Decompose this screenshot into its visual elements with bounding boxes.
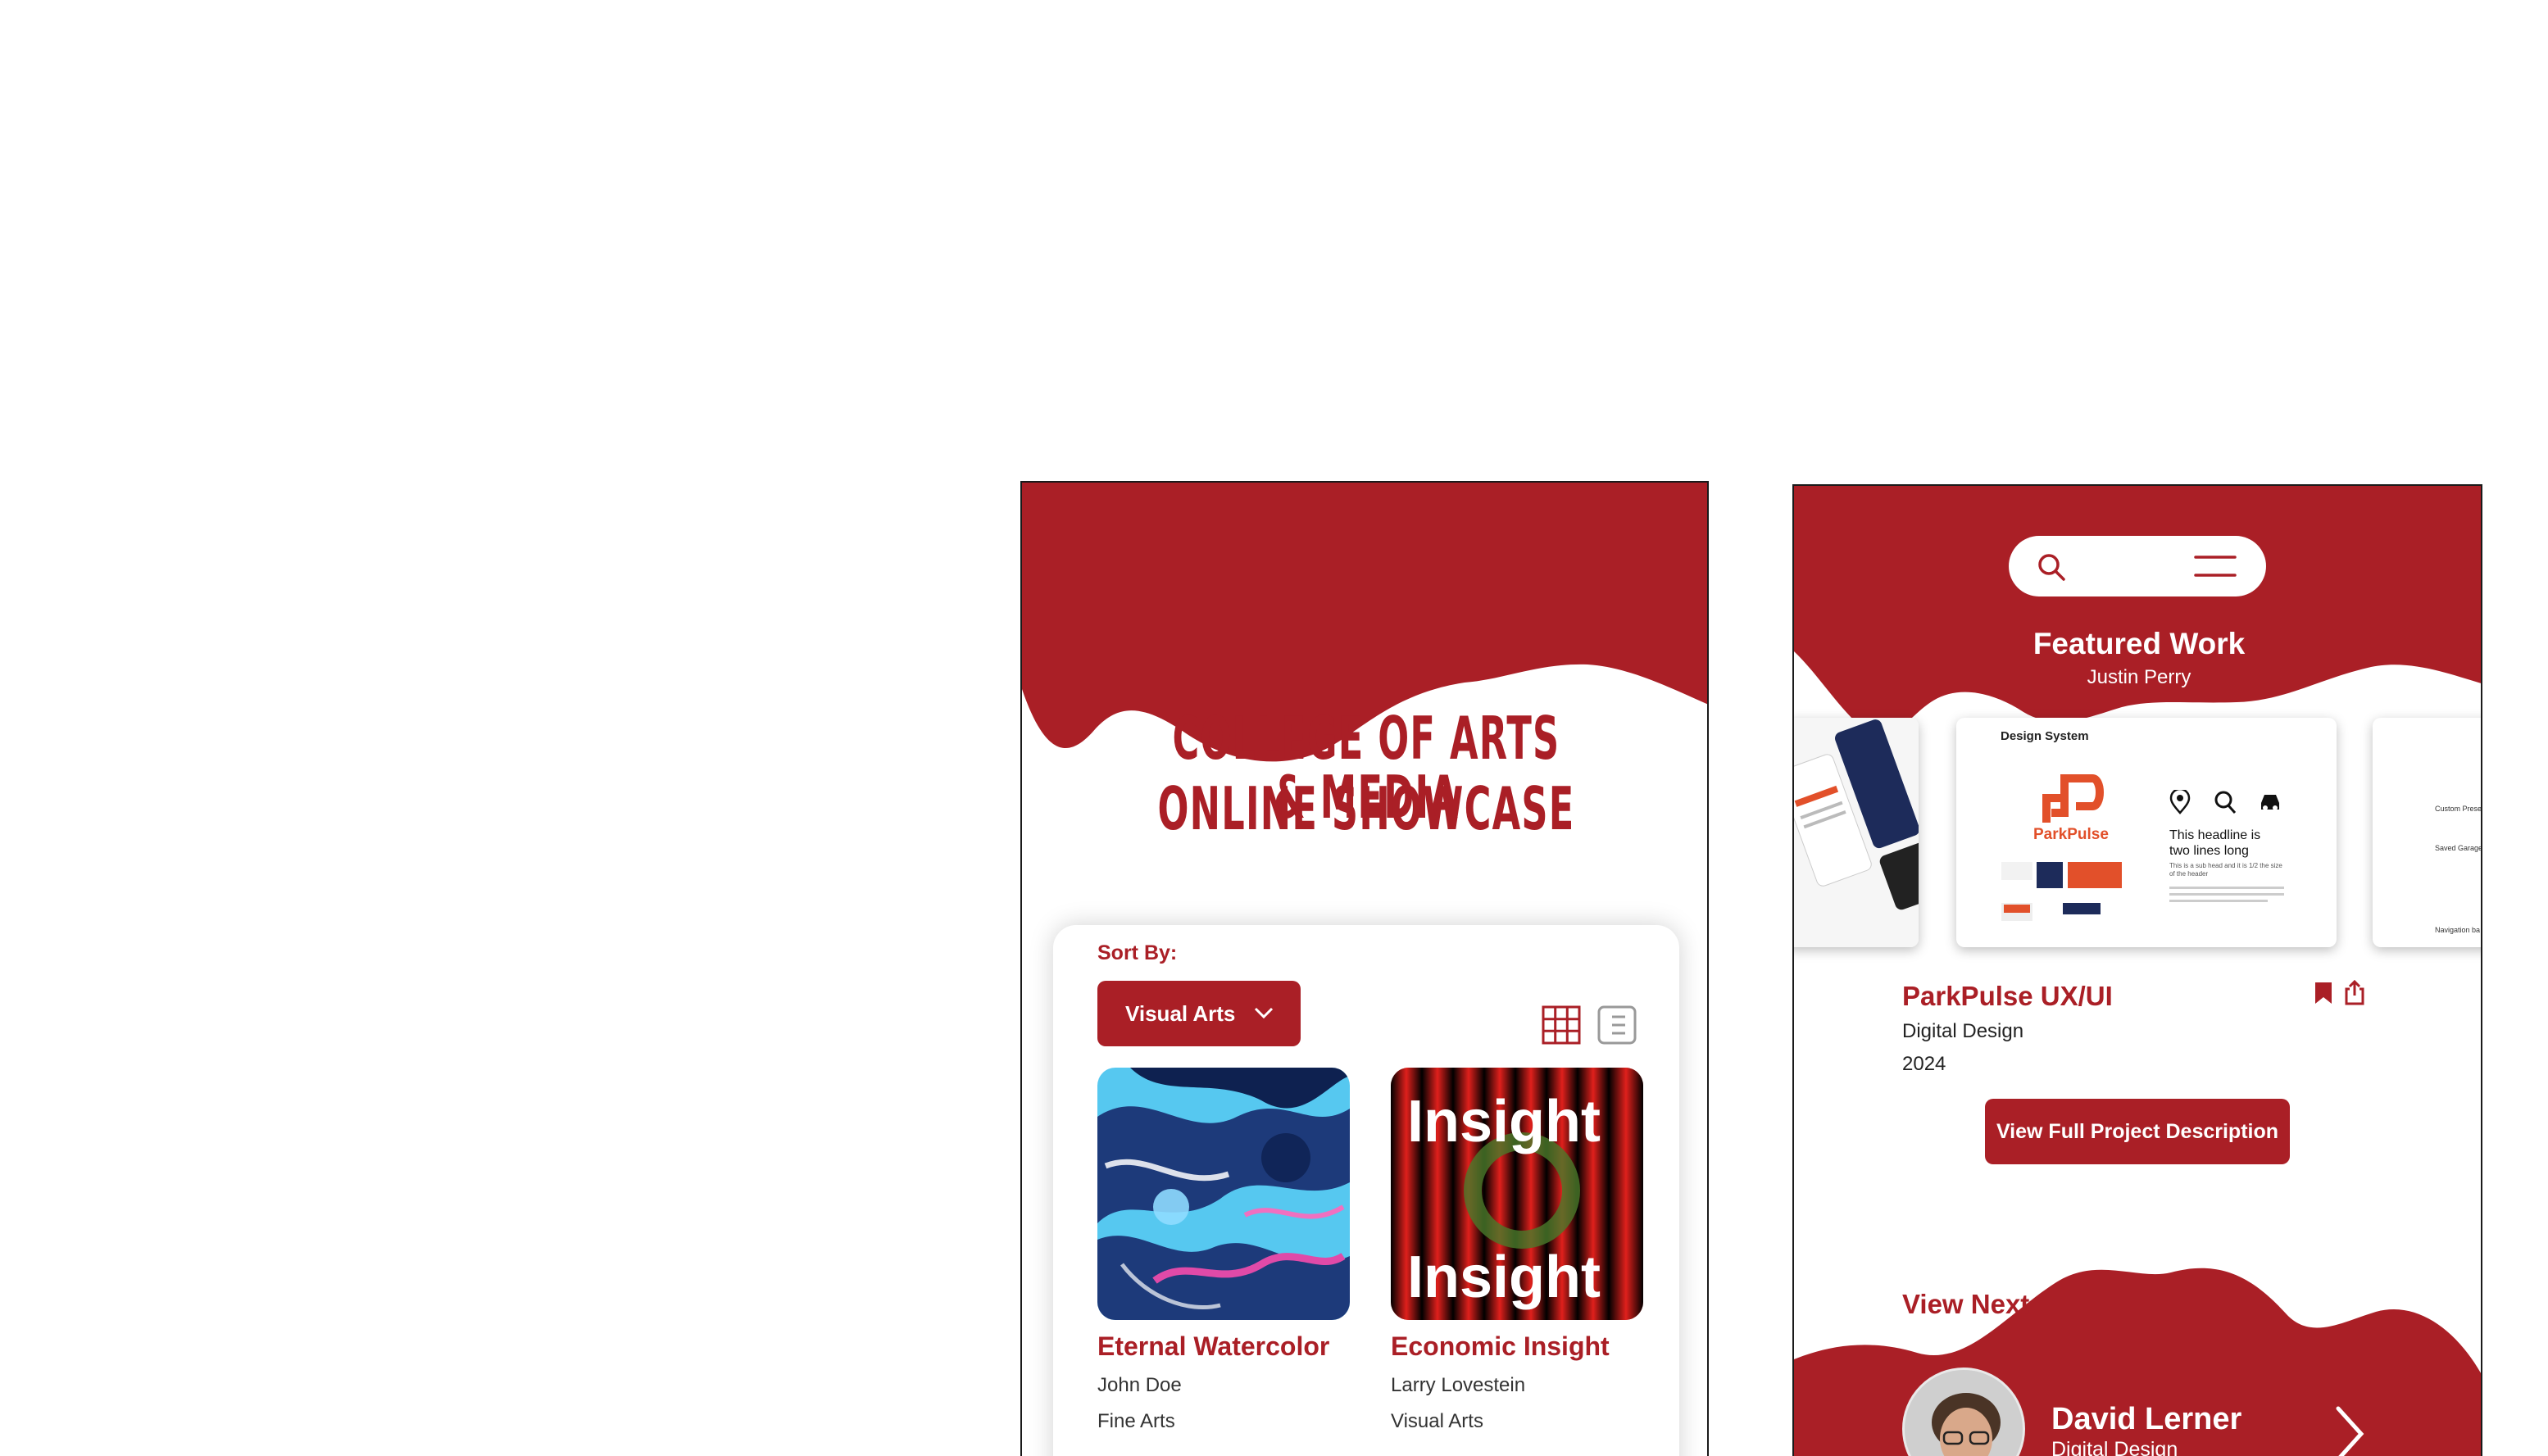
sort-dropdown[interactable]: Visual Arts — [1097, 981, 1301, 1046]
next-designer-category: Digital Design — [2051, 1438, 2178, 1456]
parkpulse-logo-icon — [2042, 774, 2104, 823]
watercolor-image — [1097, 1068, 1350, 1320]
artwork-artist: Larry Lovestein — [1391, 1374, 1526, 1396]
swatch — [2001, 862, 2032, 880]
slide-heading: Design System — [2001, 729, 2089, 743]
sample-button — [2004, 905, 2030, 913]
featured-work-title: Featured Work — [2032, 627, 2246, 660]
slide-label: Custom Prese — [2435, 805, 2482, 813]
slide-preview-image — [1794, 718, 1919, 947]
search-icon[interactable] — [2037, 552, 2066, 582]
swatch — [2037, 862, 2063, 888]
view-next-label: View Next — [1902, 1289, 2030, 1319]
artwork-category: Fine Arts — [1097, 1410, 1175, 1432]
artwork-title[interactable]: Economic Insight — [1391, 1331, 1610, 1362]
grid-view-icon[interactable] — [1542, 1005, 1581, 1045]
artwork-thumbnail-insight[interactable]: Insight Insight — [1391, 1068, 1643, 1320]
list-view-icon[interactable] — [1597, 1005, 1637, 1045]
sort-label: Sort By: — [1097, 941, 1178, 964]
project-title: ParkPulse UX/UI — [1902, 981, 2113, 1011]
project-year: 2024 — [1902, 1053, 1946, 1075]
project-category: Digital Design — [1902, 1020, 2024, 1042]
artwork-category: Visual Arts — [1391, 1410, 1483, 1432]
view-full-description-button[interactable]: View Full Project Description — [1985, 1099, 2290, 1164]
poster-word-top: Insight — [1407, 1089, 1601, 1154]
showcase-title-line2: ONLINE SHOWCASE — [1157, 774, 1575, 843]
gallery-card: Sort By: Visual Arts Eternal Watercolor … — [1053, 925, 1679, 1456]
carousel-slide-next[interactable]: Custom Prese Saved Garage Navigation ba — [2373, 718, 2482, 947]
artwork-thumbnail-watercolor[interactable] — [1097, 1068, 1350, 1320]
text-placeholder — [2169, 893, 2284, 896]
slide-subhead: This is a sub head and it is 1/2 the siz… — [2169, 862, 2282, 878]
artwork-artist: John Doe — [1097, 1374, 1182, 1396]
carousel-slide-current[interactable]: Design System ParkPulse This headline is… — [1956, 718, 2337, 947]
sample-button — [2063, 903, 2101, 914]
poster-word-bottom: Insight — [1407, 1245, 1601, 1310]
next-designer-name[interactable]: David Lerner — [2051, 1402, 2241, 1437]
insight-poster-image: Insight Insight — [1391, 1068, 1643, 1320]
search-icon — [2214, 791, 2237, 814]
share-icon[interactable] — [2343, 979, 2366, 1005]
featured-work-author: Justin Perry — [2087, 666, 2191, 688]
text-placeholder — [2169, 887, 2284, 889]
text-placeholder — [2169, 900, 2268, 902]
bookmark-icon[interactable] — [2314, 981, 2333, 1005]
slide-headline: This headline is two lines long — [2169, 828, 2261, 858]
car-icon — [2261, 795, 2279, 810]
showcase-screen: COLLEGE OF ARTS & MEDIA ONLINE SHOWCASE … — [1020, 481, 1709, 1456]
search-menu-bar — [2009, 536, 2266, 596]
menu-icon[interactable] — [2194, 552, 2237, 580]
chevron-down-icon — [1254, 1007, 1274, 1019]
artwork-title[interactable]: Eternal Watercolor — [1097, 1331, 1329, 1362]
carousel-slide-previous[interactable] — [1794, 718, 1919, 947]
slide-label: Navigation ba — [2435, 926, 2481, 934]
swatch — [2068, 862, 2122, 888]
slide-brand: ParkPulse — [2033, 826, 2109, 843]
chevron-right-icon[interactable] — [2335, 1405, 2364, 1456]
location-pin-icon — [2169, 790, 2191, 814]
project-detail-screen: Featured Work Justin Perry Design System… — [1792, 484, 2482, 1456]
slide-label: Saved Garage — [2435, 844, 2482, 852]
sort-dropdown-value: Visual Arts — [1125, 1000, 1236, 1026]
